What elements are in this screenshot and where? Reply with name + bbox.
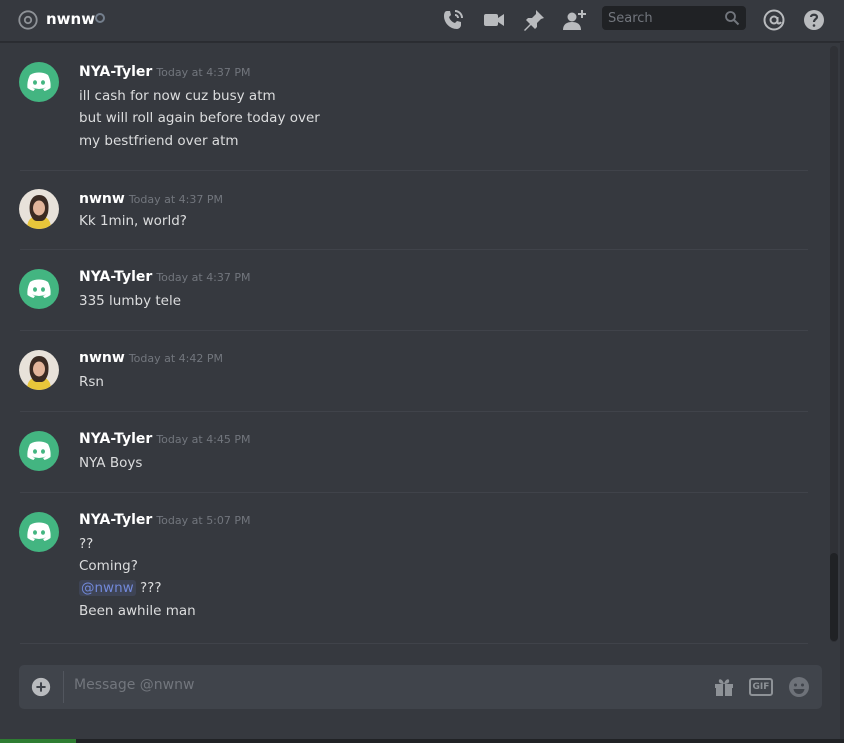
emoji-icon[interactable] — [787, 675, 811, 699]
message-timestamp: Today at 4:37 PM — [156, 66, 251, 79]
video-call-icon[interactable] — [482, 8, 506, 32]
message-timestamp: Today at 4:45 PM — [156, 433, 251, 446]
message-text: Rsn — [79, 374, 104, 390]
author-name[interactable]: NYA-Tyler — [79, 64, 152, 80]
avatar[interactable] — [19, 62, 59, 102]
message-author[interactable]: nwnw Today at 4:37 PM — [79, 191, 223, 207]
gift-icon[interactable] — [712, 675, 736, 699]
message-divider — [20, 492, 808, 493]
offline-status-icon — [95, 13, 105, 23]
voice-call-icon[interactable] — [441, 8, 465, 32]
message-text: Been awhile man — [79, 603, 196, 619]
message-text: ill cash for now cuz busy atm — [79, 88, 276, 104]
at-sign-icon — [18, 10, 38, 30]
author-name[interactable]: NYA-Tyler — [79, 269, 152, 285]
user-photo-icon — [19, 350, 59, 390]
channel-header: nwnw Search — [0, 0, 844, 42]
mentions-icon[interactable] — [762, 8, 786, 32]
message-text: ?? — [79, 536, 94, 552]
add-friend-icon[interactable] — [562, 8, 586, 32]
author-name[interactable]: nwnw — [79, 191, 125, 207]
user-mention[interactable]: @nwnw — [79, 580, 136, 596]
message-text: my bestfriend over atm — [79, 133, 239, 149]
message-author[interactable]: NYA-Tyler Today at 4:37 PM — [79, 269, 251, 285]
message-divider — [20, 411, 808, 412]
message-input[interactable]: Message @nwnw — [74, 677, 674, 693]
message-author[interactable]: NYA-Tyler Today at 4:45 PM — [79, 431, 251, 447]
author-name[interactable]: nwnw — [79, 350, 125, 366]
message-divider — [20, 330, 808, 331]
message-timestamp: Today at 4:37 PM — [156, 271, 251, 284]
avatar[interactable] — [19, 269, 59, 309]
avatar[interactable] — [19, 431, 59, 471]
message-text: Kk 1min, world? — [79, 213, 187, 229]
message-divider — [20, 249, 808, 250]
message-list[interactable]: NYA-Tyler Today at 4:37 PM ill cash for n… — [0, 43, 828, 653]
discord-logo-icon — [27, 279, 51, 298]
message-author[interactable]: nwnw Today at 4:42 PM — [79, 350, 223, 366]
search-icon — [725, 11, 740, 26]
search-placeholder: Search — [608, 10, 653, 26]
help-icon[interactable] — [802, 8, 826, 32]
channel-name: nwnw — [46, 10, 96, 28]
bottom-accent — [0, 739, 76, 743]
discord-logo-icon — [27, 522, 51, 541]
message-text: but will roll again before today over — [79, 110, 320, 126]
message-text: NYA Boys — [79, 455, 143, 471]
composer-divider — [63, 671, 64, 703]
message-divider — [20, 170, 808, 171]
bottom-bar — [0, 739, 844, 743]
gif-button[interactable]: GIF — [749, 678, 773, 696]
discord-logo-icon — [27, 72, 51, 91]
message-text-fragment: ??? — [140, 580, 162, 596]
search-input[interactable]: Search — [602, 6, 746, 30]
scrollbar-thumb[interactable] — [830, 553, 838, 641]
discord-logo-icon — [27, 441, 51, 460]
author-name[interactable]: NYA-Tyler — [79, 512, 152, 528]
message-timestamp: Today at 5:07 PM — [156, 514, 251, 527]
message-text: Coming? — [79, 558, 138, 574]
message-author[interactable]: NYA-Tyler Today at 5:07 PM — [79, 512, 251, 528]
message-text: @nwnw ??? — [79, 580, 162, 596]
author-name[interactable]: NYA-Tyler — [79, 431, 152, 447]
message-author[interactable]: NYA-Tyler Today at 4:37 PM — [79, 64, 251, 80]
avatar[interactable] — [19, 189, 59, 229]
pin-icon[interactable] — [522, 8, 546, 32]
message-timestamp: Today at 4:37 PM — [128, 193, 223, 206]
message-timestamp: Today at 4:42 PM — [128, 352, 223, 365]
message-text: 335 lumby tele — [79, 293, 182, 309]
window-edge — [840, 42, 844, 739]
user-photo-icon — [19, 189, 59, 229]
message-composer: Message @nwnw GIF — [19, 665, 822, 709]
message-divider — [20, 643, 808, 644]
avatar[interactable] — [19, 512, 59, 552]
upload-plus-icon[interactable] — [30, 676, 52, 698]
avatar[interactable] — [19, 350, 59, 390]
